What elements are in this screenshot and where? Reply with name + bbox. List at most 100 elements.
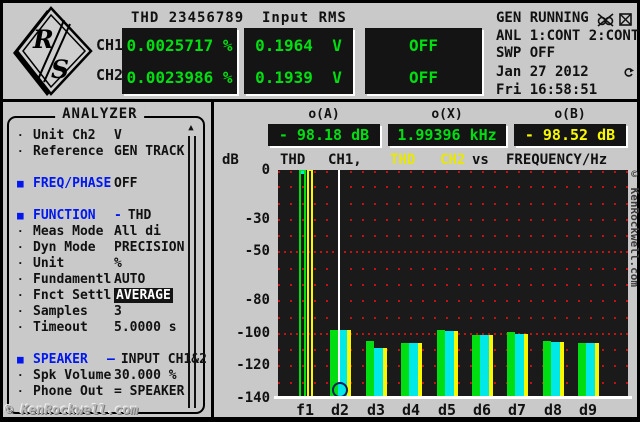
bar-ch2-edge-d5 <box>454 331 458 398</box>
item-value: THD <box>127 208 152 223</box>
bar-ch1-d5 <box>437 330 445 398</box>
refresh-icon <box>624 67 634 77</box>
item-label: SPEAKER <box>33 352 88 367</box>
x-tick-label-f1: f1 <box>295 401 315 419</box>
item-value: 30.000 % <box>114 368 177 383</box>
item-label: Fnct Settl <box>33 288 112 303</box>
bar-ch2-edge-d4 <box>418 343 422 398</box>
item-label: Phone Out <box>33 384 104 399</box>
status-bar: R S THD 23456789 CH1 CH2 0.0025717 % 0.0… <box>3 3 639 99</box>
bar-tip <box>301 171 304 174</box>
menu-spacer <box>17 192 187 208</box>
item-marker: ■ <box>17 353 24 366</box>
aux-ch2-value: OFF <box>409 68 438 87</box>
item-marker: · <box>17 225 24 238</box>
item-marker: · <box>17 321 24 334</box>
menu-item-timeout[interactable]: ·5.0000 sTimeout5.0000 s <box>17 320 187 336</box>
menu-item-spk-volume[interactable]: · Spk Volume 30.000 % <box>17 368 187 384</box>
chart-legend: dB THD CH1, THD CH2 vs FREQUENCY/Hz <box>214 152 637 168</box>
x-axis-label: FREQUENCY/Hz <box>506 152 608 168</box>
rms-ch2-value: 0.1939 V <box>255 68 342 87</box>
legend-ch1: CH1, <box>328 152 362 168</box>
bar-ch2-edge-d9 <box>595 343 599 398</box>
swp-status: SWP OFF <box>496 45 556 61</box>
readout-x-label: o(X) <box>431 107 463 122</box>
y-tick-label: -140 <box>236 390 270 406</box>
menu-item-freq-phase[interactable]: ■ FREQ/PHASE OFF <box>17 176 187 192</box>
gridline <box>278 186 628 188</box>
menu-item-samples[interactable]: · Samples 3 <box>17 304 187 320</box>
item-value: V <box>114 128 122 143</box>
item-value: = SPEAKER <box>114 384 185 399</box>
gridline <box>278 203 628 205</box>
menu-item-unit-ch2[interactable]: · Unit Ch2 V <box>17 128 187 144</box>
readout-b-label: o(B) <box>554 107 586 122</box>
item-marker: · <box>17 241 24 254</box>
menu-spacer <box>17 160 187 176</box>
x-tick-label-d3: d3 <box>366 401 386 419</box>
gen-status: GEN RUNNING <box>496 10 589 26</box>
bar-ch1-f1 <box>299 170 306 398</box>
bar-ch2-edge-d3 <box>383 348 387 398</box>
item-value: 5.0000 s <box>114 320 177 335</box>
item-marker: · <box>17 385 24 398</box>
item-marker: · <box>17 305 24 318</box>
bar-ch2-d7 <box>515 334 524 398</box>
menu-item-dyn-mode[interactable]: · Dyn Mode PRECISION <box>17 240 187 256</box>
bar-ch1-d3 <box>366 341 374 398</box>
x-tick-label-d9: d9 <box>578 401 598 419</box>
chart-pane: o(A) o(X) o(B) - 98.18 dB 1.99396 kHz - … <box>214 102 637 419</box>
item-label: Fundamentl <box>33 272 112 287</box>
bar-ch2-d4 <box>409 343 418 398</box>
menu-item-speaker[interactable]: ■ SPEAKER — INPUT CH1&2 <box>17 352 207 368</box>
plot-area <box>278 170 628 398</box>
aux-ch1-value: OFF <box>409 36 438 55</box>
x-tick-label-d4: d4 <box>401 401 421 419</box>
scroll-up-icon[interactable]: ▲ <box>186 122 196 134</box>
legend-ch2: CH2 <box>440 152 466 168</box>
item-value: GEN TRACK <box>114 144 185 159</box>
bar-ch2-d8 <box>551 342 560 398</box>
thd-display: 0.0025717 % 0.0023986 % <box>122 28 237 94</box>
menu-item-unit[interactable]: · Unit% <box>17 256 187 272</box>
menu-item-phone-out[interactable]: · Phone Out = SPEAKER <box>17 384 187 400</box>
gridline <box>278 219 628 221</box>
item-separator: - <box>114 208 122 223</box>
gridline <box>278 235 628 237</box>
gridline <box>278 171 628 173</box>
menu-item-meas-mode[interactable]: · Meas Mode All di <box>17 224 187 240</box>
item-value: PRECISION <box>114 240 185 255</box>
gridline <box>278 284 628 286</box>
bar-ch1-d7 <box>507 332 515 398</box>
bar-ch2-d5 <box>445 331 454 398</box>
bar-ch2-edge-d6 <box>489 335 493 398</box>
bar-ch2-d6 <box>480 335 489 398</box>
input-rms-title: Input RMS <box>262 10 347 26</box>
menu-scrollbar[interactable]: ▲ <box>186 122 196 408</box>
scrollbar-track[interactable] <box>188 136 196 408</box>
analyzer-panel: · Unit Ch2 V · Reference GEN TRACK ■ FREQ/PHA… <box>3 102 211 417</box>
bar-ch1-d4 <box>401 343 409 398</box>
item-marker: · <box>17 273 24 286</box>
bar-ch1-d8 <box>543 341 551 398</box>
x-axis-line <box>274 396 632 399</box>
menu-title: ANALYZER <box>55 106 145 122</box>
cursor-line[interactable] <box>338 170 340 384</box>
menu-item-fnct-settl[interactable]: · Fnct Settl AVERAGE <box>17 288 187 304</box>
gridline <box>278 300 628 302</box>
bar-ch1-d9 <box>578 343 586 398</box>
item-label: Meas Mode <box>33 224 104 239</box>
bar-ch2-edge-d8 <box>560 342 564 398</box>
bar-ch2-f1 <box>307 170 313 398</box>
watermark-right: © KenRockwell.com <box>628 168 640 287</box>
bar-ch2-d9 <box>586 343 595 398</box>
menu-item-fundamental[interactable]: · Fundamentl AUTO <box>17 272 187 288</box>
item-marker: · <box>17 129 24 142</box>
item-label: Spk Volume <box>33 368 112 383</box>
readout-a-label: o(A) <box>308 107 340 122</box>
item-label: Unit Ch2 <box>33 128 96 143</box>
item-value: % <box>114 256 122 271</box>
y-tick-label: -30 <box>244 210 270 227</box>
menu-item-function[interactable]: ■ FUNCTION - THD <box>17 208 187 224</box>
menu-item-reference[interactable]: · Reference GEN TRACK <box>17 144 187 160</box>
